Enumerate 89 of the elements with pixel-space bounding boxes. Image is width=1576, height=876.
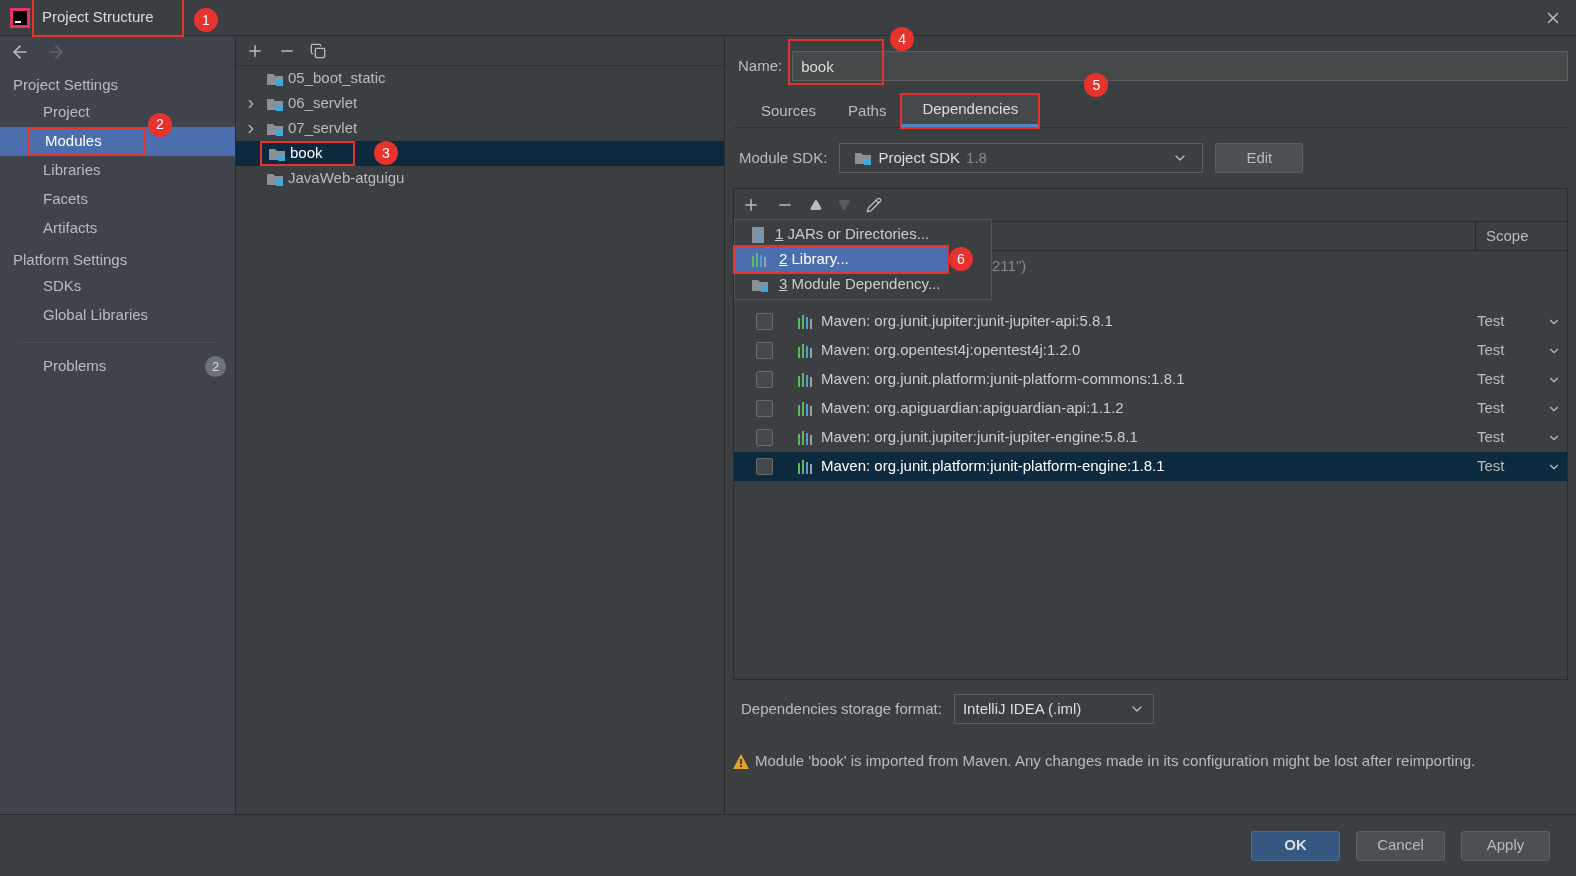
jar-icon <box>751 226 765 243</box>
scope-value: Test <box>1477 340 1506 361</box>
dependency-name: Maven: org.opentest4j:opentest4j:1.2.0 <box>821 340 1082 361</box>
dependency-name: Maven: org.junit.jupiter:junit-jupiter-api:5.8.1 <box>821 311 1114 332</box>
dependency-row[interactable]: Maven: org.junit.jupiter:junit-jupiter-api:5.8.1 Test <box>734 307 1567 336</box>
scope-value: Test <box>1477 427 1506 448</box>
copy-icon[interactable] <box>310 42 326 59</box>
add-icon[interactable] <box>742 196 760 214</box>
menu-item[interactable]: 3 Module Dependency... <box>735 272 991 297</box>
dependency-name: Maven: org.apiguardian:apiguardian-api:1.1.2 <box>821 398 1125 419</box>
library-icon <box>751 252 769 267</box>
dependency-row[interactable]: Maven: org.junit.platform:junit-platform-engine:1.8.1 Test <box>734 452 1567 481</box>
module-name: 07_servlet <box>288 118 358 139</box>
tree-row[interactable]: 05_boot_static <box>236 66 724 91</box>
sdk-dropdown[interactable]: Project SDK 1.8 <box>839 143 1204 173</box>
dialog-button[interactable]: Cancel <box>1356 830 1445 861</box>
pencil-icon[interactable] <box>866 197 882 213</box>
sdk-name: Project SDK <box>878 147 961 168</box>
sidebar-item[interactable]: Project <box>28 97 105 127</box>
dependency-row[interactable]: Maven: org.junit.jupiter:junit-jupiter-engine:5.8.1 Test <box>734 423 1567 452</box>
tab[interactable]: Sources <box>745 95 833 127</box>
tree-row[interactable]: JavaWeb-atguigu <box>236 166 724 191</box>
module-name: book <box>290 143 323 164</box>
dialog-button[interactable]: Apply <box>1461 830 1550 861</box>
sidebar-item[interactable]: Problems <box>43 355 205 378</box>
checkbox[interactable] <box>756 458 773 475</box>
app-logo-icon <box>10 7 30 28</box>
tree-row[interactable]: 07_servlet <box>236 116 724 141</box>
sidebar-item[interactable]: SDKs <box>28 272 97 301</box>
callout-badge: 5 <box>1084 73 1109 97</box>
dependency-name: Maven: org.junit.platform:junit-platform-engine:1.8.1 <box>821 456 1166 477</box>
library-icon <box>797 459 815 474</box>
edit-button[interactable]: Edit <box>1215 143 1304 173</box>
scope-value: Test <box>1477 311 1506 332</box>
library-icon <box>797 314 815 329</box>
checkbox[interactable] <box>756 429 773 446</box>
library-icon <box>797 372 815 387</box>
sidebar-item[interactable]: Global Libraries <box>28 301 164 330</box>
sidebar-item[interactable]: Artifacts <box>28 213 113 243</box>
warning-message: Module 'book' is imported from Maven. Any changes made in its configuration might be lost after reimporting. <box>755 750 1476 771</box>
tab[interactable]: Paths <box>832 95 903 127</box>
module-name: 05_boot_static <box>288 68 386 89</box>
storage-format-label: Dependencies storage format: <box>741 698 942 719</box>
column-header: Scope <box>1475 222 1567 250</box>
menu-item-label: 1 JARs or Directories... <box>775 224 930 245</box>
sidebar-item[interactable]: Facets <box>28 184 103 214</box>
checkbox[interactable] <box>756 313 773 330</box>
menu-item[interactable]: 2 Library... <box>735 247 947 272</box>
move-up-icon[interactable] <box>810 199 822 211</box>
dependency-name: Maven: org.junit.jupiter:junit-jupiter-engine:5.8.1 <box>821 427 1139 448</box>
menu-item-label: 3 Module Dependency... <box>779 274 941 295</box>
storage-format-value: IntelliJ IDEA (.iml) <box>962 698 1083 719</box>
dependency-row[interactable]: Maven: org.opentest4j:opentest4j:1.2.0 Test <box>734 336 1567 365</box>
menu-item[interactable]: 1 JARs or Directories... <box>735 222 991 247</box>
library-icon <box>797 430 815 445</box>
problems-count: 2 <box>205 355 226 377</box>
ok-button[interactable]: OK <box>1251 830 1340 861</box>
name-label: Name: <box>738 55 783 76</box>
sidebar-section-heading: Project Settings <box>12 75 120 95</box>
library-icon <box>797 401 815 416</box>
sidebar-item[interactable]: Modules <box>28 126 146 156</box>
sidebar-item[interactable]: Libraries <box>28 155 116 185</box>
dependency-row[interactable]: Maven: org.junit.platform:junit-platform-commons:1.8.1 Test <box>734 365 1567 394</box>
tab[interactable]: Dependencies <box>902 95 1039 127</box>
checkbox[interactable] <box>756 400 773 417</box>
name-field[interactable]: book <box>792 51 1568 81</box>
checkbox[interactable] <box>756 342 773 359</box>
warning-icon <box>733 753 749 769</box>
sdk-version: 1.8 <box>966 147 987 168</box>
storage-format-dropdown[interactable]: IntelliJ IDEA (.iml) <box>953 694 1154 724</box>
scope-value: Test <box>1477 369 1506 390</box>
checkbox[interactable] <box>756 371 773 388</box>
scope-value: Test <box>1477 456 1506 477</box>
callout-badge: 6 <box>949 247 973 271</box>
module-name: JavaWeb-atguigu <box>288 168 405 189</box>
sidebar-section-heading: Platform Settings <box>12 249 129 270</box>
callout-badge: 1 <box>194 8 218 33</box>
menu-item-label: 2 Library... <box>779 249 849 270</box>
library-icon <box>797 343 815 358</box>
module-sdk-label: Module SDK: <box>739 147 828 168</box>
callout-badge: 2 <box>148 112 172 137</box>
module-folder-icon <box>854 150 873 166</box>
dependency-name: Maven: org.junit.platform:junit-platform-commons:1.8.1 <box>821 369 1186 390</box>
tree-row[interactable]: 06_servlet <box>236 91 724 116</box>
sdk-row-text: 211") <box>992 255 1027 276</box>
dependency-row[interactable]: Maven: org.apiguardian:apiguardian-api:1.1.2 Test <box>734 394 1567 423</box>
callout-badge: 4 <box>890 27 915 51</box>
scope-value: Test <box>1477 398 1506 419</box>
module-name: 06_servlet <box>288 93 358 114</box>
